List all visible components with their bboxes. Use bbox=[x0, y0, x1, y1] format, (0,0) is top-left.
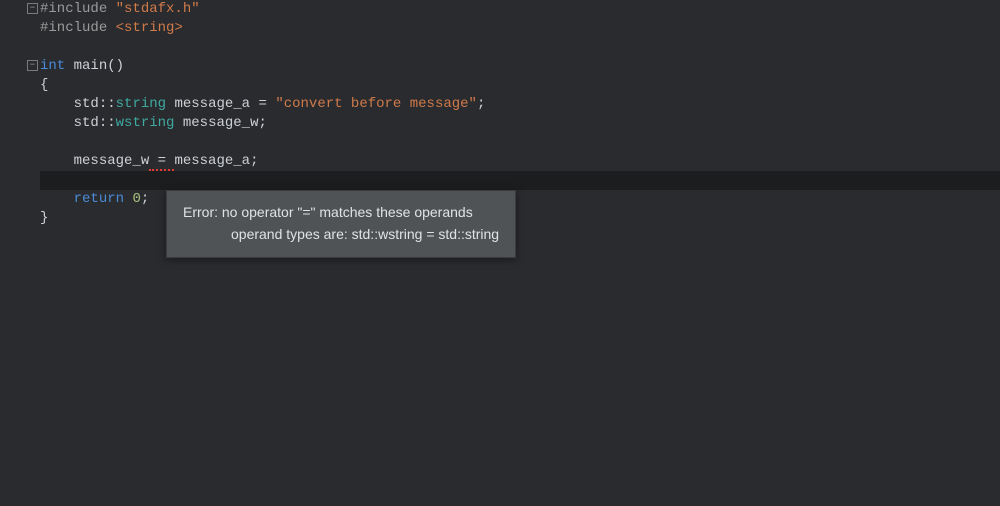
space bbox=[174, 115, 182, 131]
type-keyword: int bbox=[40, 58, 65, 74]
code-line[interactable]: #include <string> bbox=[40, 19, 1000, 38]
code-line[interactable]: message_w = message_a; bbox=[40, 152, 1000, 171]
semicolon: ; bbox=[141, 191, 149, 207]
namespace: std bbox=[74, 115, 99, 131]
include-keyword: include bbox=[48, 20, 107, 36]
code-line[interactable] bbox=[40, 38, 1000, 57]
parens: () bbox=[107, 58, 124, 74]
angle-open: < bbox=[116, 20, 124, 36]
assign-op: = bbox=[149, 153, 174, 171]
code-line[interactable] bbox=[40, 133, 1000, 152]
indent bbox=[40, 191, 74, 207]
type-name: string bbox=[116, 96, 166, 112]
semicolon: ; bbox=[250, 153, 258, 169]
gutter: − − bbox=[0, 0, 40, 506]
angle-close: > bbox=[174, 20, 182, 36]
variable: message_a bbox=[174, 153, 250, 169]
scope-op: :: bbox=[99, 115, 116, 131]
function-name: main bbox=[74, 58, 108, 74]
code-line[interactable] bbox=[40, 171, 1000, 190]
include-keyword: include bbox=[48, 1, 107, 17]
space bbox=[65, 58, 73, 74]
semicolon: ; bbox=[258, 115, 266, 131]
fold-toggle-icon[interactable]: − bbox=[27, 60, 38, 71]
indent bbox=[40, 153, 74, 169]
namespace: std bbox=[74, 96, 99, 112]
variable: message_a bbox=[174, 96, 250, 112]
error-tooltip: Error: no operator "=" matches these ope… bbox=[166, 190, 516, 258]
code-line[interactable]: { bbox=[40, 76, 1000, 95]
code-line[interactable]: int main() bbox=[40, 57, 1000, 76]
brace-close: } bbox=[40, 210, 48, 226]
code-editor[interactable]: − − #include "stdafx.h" #include <string… bbox=[0, 0, 1000, 506]
semicolon: ; bbox=[477, 96, 485, 112]
code-line[interactable]: #include "stdafx.h" bbox=[40, 0, 1000, 19]
fold-toggle-icon[interactable]: − bbox=[27, 3, 38, 14]
header-name: string bbox=[124, 20, 174, 36]
string-literal: "convert before message" bbox=[275, 96, 477, 112]
space bbox=[107, 1, 115, 17]
code-line[interactable]: std::wstring message_w; bbox=[40, 114, 1000, 133]
tooltip-line2: operand types are: std::wstring = std::s… bbox=[183, 223, 499, 245]
code-line[interactable]: std::string message_a = "convert before … bbox=[40, 95, 1000, 114]
return-keyword: return bbox=[74, 191, 124, 207]
number-literal: 0 bbox=[132, 191, 140, 207]
space bbox=[107, 20, 115, 36]
brace-open: { bbox=[40, 77, 48, 93]
header-literal: "stdafx.h" bbox=[116, 1, 200, 17]
variable: message_w bbox=[74, 153, 150, 169]
tooltip-line1: Error: no operator "=" matches these ope… bbox=[183, 201, 499, 223]
indent bbox=[40, 115, 74, 131]
error-squiggle: = bbox=[149, 153, 174, 171]
scope-op: :: bbox=[99, 96, 116, 112]
indent bbox=[40, 96, 74, 112]
variable: message_w bbox=[183, 115, 259, 131]
assign-op: = bbox=[250, 96, 275, 112]
type-name: wstring bbox=[116, 115, 175, 131]
